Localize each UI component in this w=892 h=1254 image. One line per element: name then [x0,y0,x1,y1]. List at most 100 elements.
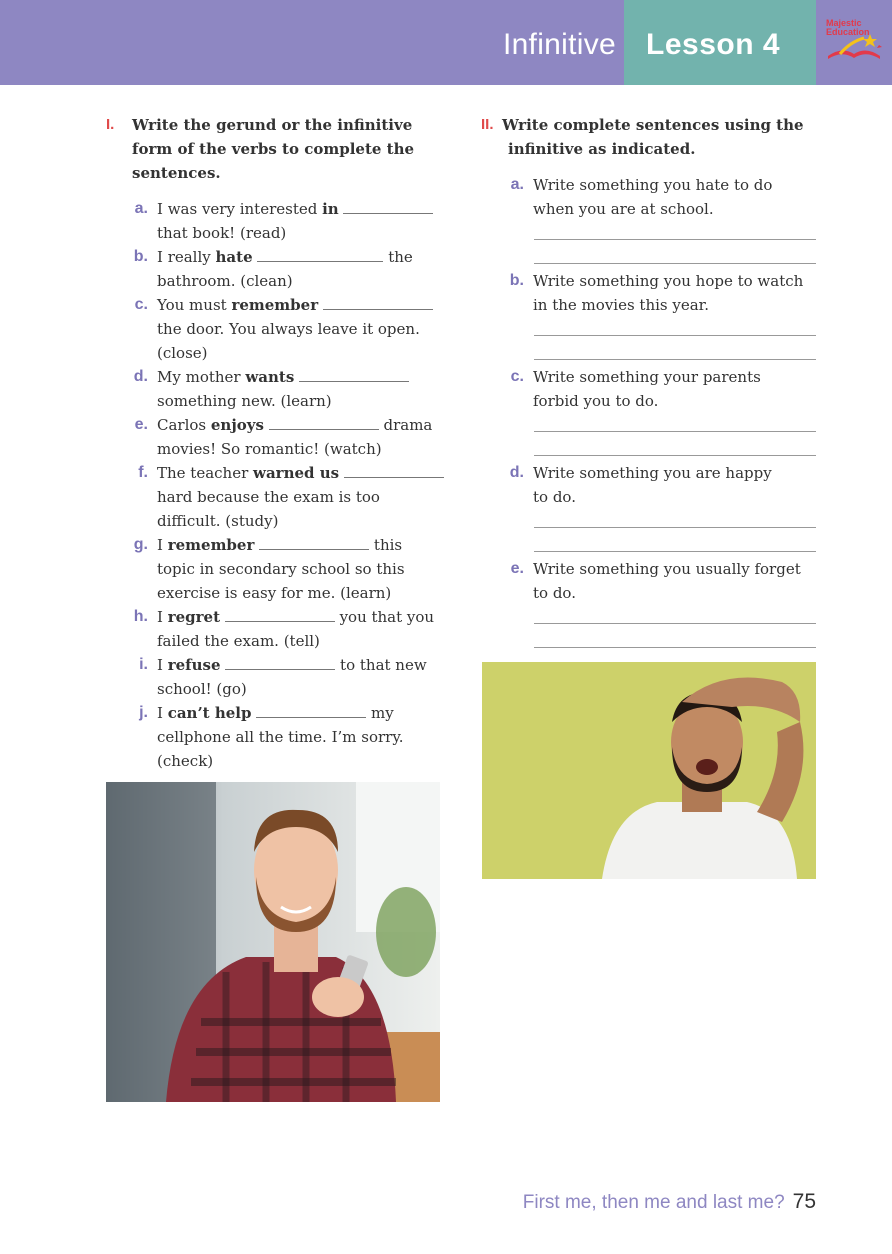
answer-line[interactable] [534,527,816,528]
exercise-1-title-line-3: sentences. [132,164,221,182]
item-keyword: can’t help [167,704,252,722]
item-text: you that you [334,608,435,626]
item-keyword: in [322,200,339,218]
answer-blank[interactable] [343,198,434,214]
item-letter: i. [139,656,148,673]
item-letter: a. [510,176,524,193]
exercise-1-item-b-line-2: bathroom. (clean) [157,272,293,290]
exercise-1-title-line-1: Write the gerund or the infinitive [132,116,413,134]
exercise-1-item-h-line-1: I regret you that you [157,605,434,629]
answer-blank[interactable] [225,654,336,670]
item-keyword: hate [215,248,253,266]
answer-blank[interactable] [299,366,410,382]
exercise-2-item-b-line-2: in the movies this year. [533,296,709,314]
exercise-1-item-j-line-2: cellphone all the time. I’m sorry. [157,728,404,746]
item-letter: h. [133,608,148,625]
item-text: My mother [157,368,246,386]
answer-blank[interactable] [256,702,367,718]
exercise-1-title-line-2: form of the verbs to complete the [132,140,415,158]
answer-blank[interactable] [343,462,444,478]
exercise-1-item-j-line-1: I can’t help my [157,701,394,725]
answer-line[interactable] [534,359,816,360]
item-letter: c. [134,296,148,313]
answer-line[interactable] [534,335,816,336]
exercise-2-title-line-2: infinitive as indicated. [508,140,696,158]
exercise-1-item-c-line-3: (close) [157,344,208,362]
exercise-1-item-i-line-2: school! (go) [157,680,247,698]
item-keyword: remember [231,296,319,314]
exercise-1-item-i-line-1: I refuse to that new [157,653,427,677]
item-text: drama [378,416,433,434]
item-keyword: enjoys [210,416,264,434]
item-keyword: wants [245,368,295,386]
answer-blank[interactable] [268,414,379,430]
exercise-1-item-f-line-1: The teacher warned us [157,461,444,485]
item-text: to that new [335,656,427,674]
item-text: The teacher [157,464,254,482]
answer-blank[interactable] [224,606,335,622]
item-text: I [157,536,168,554]
exercise-1-item-c-line-2: the door. You always leave it open. [157,320,420,338]
answer-blank[interactable] [257,246,384,262]
item-letter: d. [509,464,524,481]
item-letter: b. [509,272,524,289]
answer-blank[interactable] [322,294,433,310]
exercise-2-item-d-line-2: to do. [533,488,576,506]
exercise-1-item-c-line-1: You must remember [157,293,433,317]
exercise-2-title-line-1: Write complete sentences using the [502,116,804,134]
item-letter: d. [133,368,148,385]
item-keyword: regret [167,608,221,626]
answer-line[interactable] [534,623,816,624]
exercise-1-item-f-line-2: hard because the exam is too [157,488,380,506]
answer-line[interactable] [534,239,816,240]
exercise-2-item-c-line-1: Write something your parents [533,368,761,386]
item-text: I [157,656,168,674]
item-text: I really [157,248,216,266]
exercise-1-item-b-line-1: I really hate the [157,245,413,269]
exercise-2-item-b-line-1: Write something you hope to watch [533,272,804,290]
exercise-2-number: II. [481,116,494,133]
item-keyword: warned us [253,464,340,482]
item-text: Carlos [157,416,211,434]
book-star-icon [828,34,882,59]
exercise-1-item-g-line-1: I remember this [157,533,402,557]
answer-line[interactable] [534,431,816,432]
lesson-title: Lesson 4 [646,28,781,61]
item-text: the [383,248,413,266]
exercise-2-item-e-line-1: Write something you usually forget [533,560,801,578]
exercise-1-item-a-line-2: that book! (read) [157,224,287,242]
photo-man-with-phone [106,782,440,1102]
answer-line[interactable] [534,455,816,456]
item-text: my [366,704,394,722]
item-text: I [157,608,168,626]
exercise-1-item-g-line-3: exercise is easy for me. (learn) [157,584,392,602]
answer-line[interactable] [534,647,816,648]
item-letter: j. [139,704,148,721]
exercise-1-item-f-line-3: difficult. (study) [157,512,279,530]
item-letter: b. [133,248,148,265]
page-number: 75 [792,1190,816,1213]
item-letter: c. [510,368,524,385]
exercise-1-item-d-line-2: something new. (learn) [157,392,332,410]
item-text: this [369,536,403,554]
answer-line[interactable] [534,263,816,264]
publisher-logo: Majestic Education [822,16,886,64]
topic-title: Infinitive [502,28,616,61]
item-keyword: refuse [167,656,221,674]
exercise-1-item-d-line-1: My mother wants [157,365,410,389]
header-band: Infinitive Lesson 4 Majestic Education [0,0,892,85]
answer-line[interactable] [534,551,816,552]
exercise-1-number: I. [106,116,115,133]
answer-blank[interactable] [259,534,370,550]
item-letter: g. [133,536,148,553]
exercise-2-item-a-line-1: Write something you hate to do [533,176,773,194]
footer: First me, then me and last me? 75 [523,1190,816,1214]
exercise-1-item-e-line-1: Carlos enjoys drama [157,413,432,437]
item-letter: e. [510,560,524,577]
item-text: I was very interested [157,200,323,218]
exercise-1-item-e-line-2: movies! So romantic! (watch) [157,440,382,458]
item-text: You must [157,296,232,314]
exercise-1-item-j-line-3: (check) [157,752,214,770]
exercise-2-item-e-line-2: to do. [533,584,576,602]
exercise-2-item-c-line-2: forbid you to do. [533,392,659,410]
